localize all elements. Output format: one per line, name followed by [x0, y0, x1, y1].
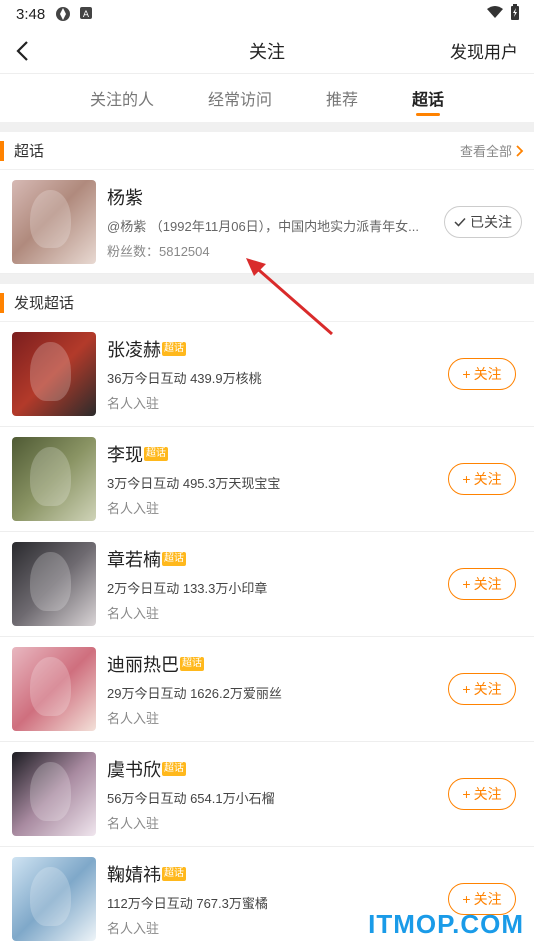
supertopic-name: 杨紫	[107, 187, 143, 208]
item-stats: 36万今日互动 439.9万核桃	[107, 371, 262, 386]
top-nav-bar: 关注 发现用户	[0, 28, 534, 74]
item-info: 迪丽热巴 超话 29万今日互动 1626.2万爱丽丝 名人入驻	[107, 651, 448, 727]
supertopic-description: @杨紫 （1992年11月06日），中国内地实力派青年女...	[107, 218, 420, 234]
supertopic-badge: 超话	[162, 342, 186, 356]
item-subtitle: 名人入驻	[107, 816, 160, 831]
followed-button[interactable]: 已关注	[444, 205, 522, 238]
app-notification-icon: A	[79, 6, 95, 22]
list-item[interactable]: 张凌赫 超话 36万今日互动 439.9万核桃 名人入驻 + 关注	[0, 322, 534, 427]
section-accent-bar	[0, 292, 4, 313]
follow-label: 关注	[473, 681, 502, 697]
item-name: 章若楠	[107, 550, 161, 570]
supertopic-thumbnail	[12, 542, 96, 626]
item-info: 章若楠 超话 2万今日互动 133.3万小印章 名人入驻	[107, 546, 448, 622]
follow-button[interactable]: + 关注	[448, 463, 516, 495]
follow-button[interactable]: + 关注	[448, 568, 516, 600]
list-item[interactable]: 李现 超话 3万今日互动 495.3万天现宝宝 名人入驻 + 关注	[0, 427, 534, 532]
item-info: 张凌赫 超话 36万今日互动 439.9万核桃 名人入驻	[107, 336, 448, 412]
plus-icon: +	[462, 786, 471, 802]
supertopic-thumbnail	[12, 332, 96, 416]
item-info: 虞书欣 超话 56万今日互动 654.1万小石榴 名人入驻	[107, 756, 448, 832]
back-button[interactable]	[0, 28, 44, 74]
item-name: 虞书欣	[107, 760, 161, 780]
follow-button[interactable]: + 关注	[448, 673, 516, 705]
plus-icon: +	[462, 891, 471, 907]
tab-bar: 关注的人 经常访问 推荐 超话	[0, 74, 534, 122]
status-bar: 3:48 A	[0, 0, 534, 28]
item-name: 张凌赫	[107, 340, 161, 360]
chevron-right-icon	[516, 144, 524, 157]
item-stats: 29万今日互动 1626.2万爱丽丝	[107, 686, 282, 701]
supertopic-badge: 超话	[162, 762, 186, 776]
discover-section-header: 发现超话	[0, 284, 534, 322]
supertopic-thumbnail	[12, 752, 96, 836]
supertopic-thumbnail	[12, 179, 96, 264]
checkmark-icon	[454, 217, 466, 227]
list-item[interactable]: 章若楠 超话 2万今日互动 133.3万小印章 名人入驻 + 关注	[0, 532, 534, 637]
supertopic-section-header: 超话 查看全部	[0, 132, 534, 170]
supertopic-thumbnail	[12, 437, 96, 521]
wifi-icon	[486, 5, 504, 23]
item-stats: 2万今日互动 133.3万小印章	[107, 581, 268, 596]
plus-icon: +	[462, 576, 471, 592]
supertopic-badge: 超话	[162, 867, 186, 881]
supertopic-info: 杨紫 @杨紫 （1992年11月06日），中国内地实力派青年女... 粉丝数：5…	[107, 184, 444, 260]
followed-label: 已关注	[470, 213, 512, 230]
follow-button[interactable]: + 关注	[448, 358, 516, 390]
section-title: 超话	[14, 143, 45, 160]
item-name: 迪丽热巴	[107, 655, 179, 675]
follow-label: 关注	[473, 576, 502, 592]
follow-label: 关注	[473, 891, 502, 907]
supertopic-badge: 超话	[180, 657, 204, 671]
supertopic-thumbnail	[12, 647, 96, 731]
fan-count: 粉丝数：5812504	[107, 243, 210, 259]
plus-icon: +	[462, 681, 471, 697]
watermark: ITMOP.COM	[368, 909, 524, 939]
see-all-link[interactable]: 查看全部	[460, 141, 524, 160]
tab-supertopic[interactable]: 超话	[385, 74, 471, 122]
follow-button[interactable]: + 关注	[448, 778, 516, 810]
item-name: 鞠婧祎	[107, 865, 161, 885]
list-item[interactable]: 迪丽热巴 超话 29万今日互动 1626.2万爱丽丝 名人入驻 + 关注	[0, 637, 534, 742]
see-all-label: 查看全部	[459, 144, 512, 159]
aperture-icon	[55, 6, 71, 22]
tab-frequent-visits[interactable]: 经常访问	[181, 74, 299, 122]
section-divider	[0, 274, 534, 284]
item-info: 李现 超话 3万今日互动 495.3万天现宝宝 名人入驻	[107, 441, 448, 517]
section-title: 发现超话	[14, 295, 75, 312]
item-stats: 3万今日互动 495.3万天现宝宝	[107, 476, 281, 491]
item-subtitle: 名人入驻	[107, 396, 160, 411]
tab-recommended[interactable]: 推荐	[299, 74, 385, 122]
section-divider	[0, 122, 534, 132]
plus-icon: +	[462, 471, 471, 487]
battery-icon	[510, 4, 520, 24]
discover-list: 张凌赫 超话 36万今日互动 439.9万核桃 名人入驻 + 关注 李现 超话 3万今…	[0, 322, 534, 950]
status-time: 3:48	[16, 5, 46, 23]
supertopic-badge: 超话	[144, 447, 168, 461]
item-name: 李现	[107, 445, 143, 465]
item-subtitle: 名人入驻	[107, 606, 160, 621]
item-stats: 56万今日互动 654.1万小石榴	[107, 791, 275, 806]
follow-label: 关注	[473, 366, 502, 382]
list-item[interactable]: 虞书欣 超话 56万今日互动 654.1万小石榴 名人入驻 + 关注	[0, 742, 534, 847]
chevron-left-icon	[16, 40, 28, 61]
plus-icon: +	[462, 366, 471, 382]
svg-text:A: A	[83, 10, 90, 20]
item-subtitle: 名人入驻	[107, 501, 160, 516]
discover-users-button[interactable]: 发现用户	[450, 38, 518, 63]
supertopic-thumbnail	[12, 857, 96, 941]
followed-supertopic-row[interactable]: 杨紫 @杨紫 （1992年11月06日），中国内地实力派青年女... 粉丝数：5…	[0, 170, 534, 274]
section-accent-bar	[0, 140, 4, 161]
follow-label: 关注	[473, 471, 502, 487]
item-subtitle: 名人入驻	[107, 711, 160, 726]
supertopic-badge: 超话	[162, 552, 186, 566]
tab-following-people[interactable]: 关注的人	[63, 74, 181, 122]
follow-label: 关注	[473, 786, 502, 802]
